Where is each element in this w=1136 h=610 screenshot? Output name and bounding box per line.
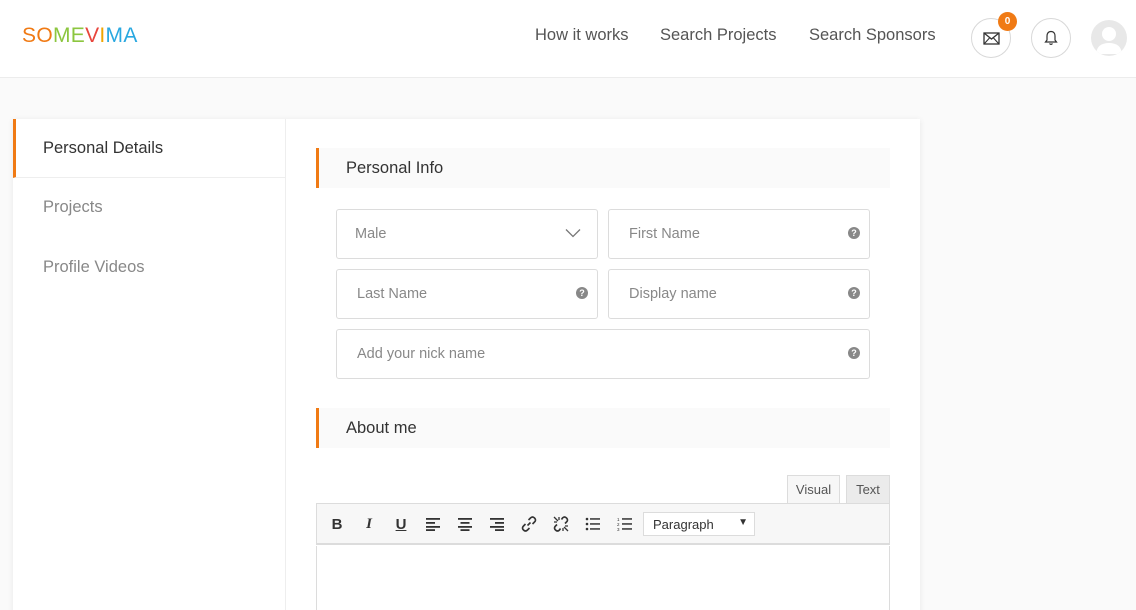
user-avatar[interactable] <box>1091 20 1127 56</box>
unlink-icon <box>553 516 569 532</box>
tab-visual[interactable]: Visual <box>787 475 840 504</box>
sidebar-item-projects[interactable]: Projects <box>13 178 286 237</box>
last-name-placeholder: Last Name <box>357 286 428 302</box>
remove-link-button[interactable] <box>550 513 572 535</box>
personal-info-heading: Personal Info <box>316 148 890 188</box>
align-center-button[interactable] <box>454 513 476 535</box>
help-icon[interactable]: ? <box>848 287 860 299</box>
logo-letter: S <box>22 24 37 47</box>
align-left-icon <box>426 518 440 531</box>
about-me-heading: About me <box>316 408 890 448</box>
envelope-icon <box>982 31 1000 45</box>
profile-sidebar: Personal Details Projects Profile Videos <box>13 119 286 610</box>
logo-letter: E <box>70 24 86 47</box>
profile-card: Personal Details Projects Profile Videos… <box>13 119 920 610</box>
bulleted-list-icon <box>585 517 600 531</box>
notifications-button[interactable] <box>1031 18 1071 58</box>
logo-letter: A <box>123 24 138 47</box>
help-icon[interactable]: ? <box>848 347 860 359</box>
about-me-editor[interactable] <box>316 546 890 610</box>
nav-search-projects[interactable]: Search Projects <box>660 26 776 45</box>
display-name-field[interactable]: Display name ? <box>608 269 870 319</box>
nickname-placeholder: Add your nick name <box>357 346 486 362</box>
sidebar-item-personal-details[interactable]: Personal Details <box>13 119 286 178</box>
sidebar-item-profile-videos[interactable]: Profile Videos <box>13 238 286 297</box>
editor-toolbar: B I U 1 2 3 Paragraph ▼ <box>316 503 890 545</box>
top-header: SOMEVIMA How it works Search Projects Se… <box>0 0 1136 78</box>
underline-button[interactable]: U <box>390 513 412 535</box>
bulleted-list-button[interactable] <box>582 513 604 535</box>
gender-select-value: Male <box>355 226 387 242</box>
chevron-down-icon <box>565 229 581 238</box>
paragraph-format-value: Paragraph <box>653 516 714 532</box>
logo-letter: V <box>85 24 100 47</box>
display-name-placeholder: Display name <box>629 286 717 302</box>
insert-link-button[interactable] <box>518 513 540 535</box>
align-right-icon <box>490 518 504 531</box>
dropdown-arrow-icon: ▼ <box>738 517 748 528</box>
gender-select[interactable]: Male <box>336 209 598 259</box>
first-name-field[interactable]: First Name ? <box>608 209 870 259</box>
bold-button[interactable]: B <box>326 513 348 535</box>
first-name-placeholder: First Name <box>629 226 700 242</box>
bell-icon <box>1044 30 1058 45</box>
logo-letter: M <box>105 24 124 47</box>
nav-search-sponsors[interactable]: Search Sponsors <box>809 26 936 45</box>
somevima-logo[interactable]: SOMEVIMA <box>22 24 138 48</box>
align-center-icon <box>458 518 472 531</box>
nickname-field[interactable]: Add your nick name ? <box>336 329 870 379</box>
svg-text:3: 3 <box>617 527 620 531</box>
numbered-list-icon: 1 2 3 <box>617 517 632 531</box>
help-icon[interactable]: ? <box>576 287 588 299</box>
user-placeholder-icon <box>1096 27 1122 54</box>
paragraph-format-select[interactable]: Paragraph ▼ <box>643 512 755 536</box>
italic-button[interactable]: I <box>358 513 380 535</box>
last-name-field[interactable]: Last Name ? <box>336 269 598 319</box>
messages-count-badge: 0 <box>998 12 1017 31</box>
numbered-list-button[interactable]: 1 2 3 <box>614 513 636 535</box>
logo-letter: O <box>36 24 53 47</box>
nav-how-it-works[interactable]: How it works <box>535 26 629 45</box>
help-icon[interactable]: ? <box>848 227 860 239</box>
align-left-button[interactable] <box>422 513 444 535</box>
logo-letter: M <box>52 24 71 47</box>
tab-text[interactable]: Text <box>846 475 890 504</box>
align-right-button[interactable] <box>486 513 508 535</box>
link-icon <box>521 516 537 532</box>
